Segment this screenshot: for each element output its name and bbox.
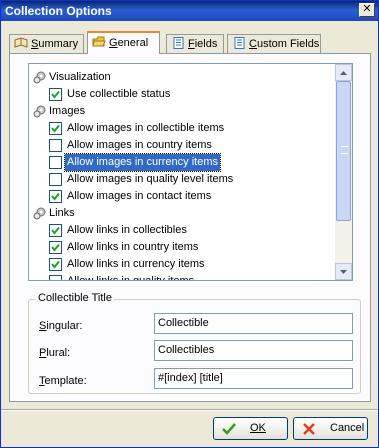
tab-strip: Summary General Fields Custom Fields [9,31,371,54]
checkbox-unchecked[interactable] [49,275,62,280]
tab-summary[interactable]: Summary [9,34,84,53]
options-list[interactable]: Visualization Use collectible status Image… [28,63,353,281]
option-item-label: Allow links in currency items [67,258,205,270]
option-group-label: Visualization [49,71,111,83]
singular-input[interactable]: Collectible [154,313,353,334]
checkbox-checked[interactable] [49,258,62,271]
arrow-down-icon [340,270,347,274]
gears-icon [33,71,46,84]
option-group-label: Images [49,105,86,117]
check-mark-icon [51,226,60,235]
check-mark-icon [51,124,60,133]
check-mark-icon [51,243,60,252]
tab-fields[interactable]: Fields [166,34,224,53]
template-input[interactable]: #[index] [title] [154,368,353,389]
option-item-label: Allow images in collectible items [67,122,225,134]
option-item-label: Allow images in quality level items [67,173,234,185]
option-item-label: Allow links in quality items [65,273,196,280]
document-icon [173,37,184,49]
option-item-label: Allow images in currency items [64,153,221,172]
option-item-label: Allow links in collectibles [67,224,187,236]
collection-options-window: Collection Options ✕ Summary General Fie… [0,0,379,448]
document-icon [234,37,245,49]
option-item-label: Allow images in contact items [67,190,212,202]
general-tab-panel: Visualization Use collectible status Image… [9,53,371,402]
template-label: Template: [39,375,87,387]
checkbox-unchecked[interactable] [49,139,62,152]
checkbox-checked[interactable] [49,190,62,203]
checkbox-checked[interactable] [49,241,62,254]
ok-button[interactable]: OK [213,417,288,440]
option-item-label: Use collectible status [67,88,171,100]
check-mark-icon [51,192,60,201]
group-title: Collectible Title [36,292,114,304]
checkbox-checked[interactable] [49,224,62,237]
scroll-thumb[interactable] [336,81,351,221]
title-bar: Collection Options ✕ [1,1,378,21]
check-mark-icon [51,260,60,269]
plural-input[interactable]: Collectibles [154,340,353,361]
checkmark-icon [222,423,236,435]
options-list-items: Visualization Use collectible status Image… [29,64,335,280]
checkbox-unchecked[interactable] [49,156,62,169]
folder-icon [92,36,106,47]
tab-general[interactable]: General [87,31,160,54]
scroll-down-button[interactable] [335,263,352,280]
option-item-label: Allow images in country items [67,139,212,151]
checkbox-unchecked[interactable] [49,173,62,186]
arrow-up-icon [340,71,347,75]
footer-separator [1,409,378,411]
gears-icon [33,105,46,118]
cross-icon [303,423,315,435]
option-item-label: Allow links in country items [67,241,199,253]
scroll-up-button[interactable] [335,64,352,81]
checkbox-checked[interactable] [49,122,62,135]
checkbox-checked[interactable] [49,88,62,101]
gears-icon [33,207,46,220]
vertical-scrollbar[interactable] [335,64,352,280]
tab-custom-fields[interactable]: Custom Fields [227,34,321,53]
collectible-title-group: Collectible Title Singular: Collectible … [28,292,361,394]
singular-label: Singular: [39,320,83,332]
plural-label: Plural: [39,347,71,359]
window-title: Collection Options [5,4,112,18]
book-icon [14,37,28,48]
check-mark-icon [51,90,60,99]
option-group-label: Links [49,207,75,219]
cancel-button[interactable]: Cancel [293,417,368,440]
close-button[interactable]: ✕ [359,3,375,17]
